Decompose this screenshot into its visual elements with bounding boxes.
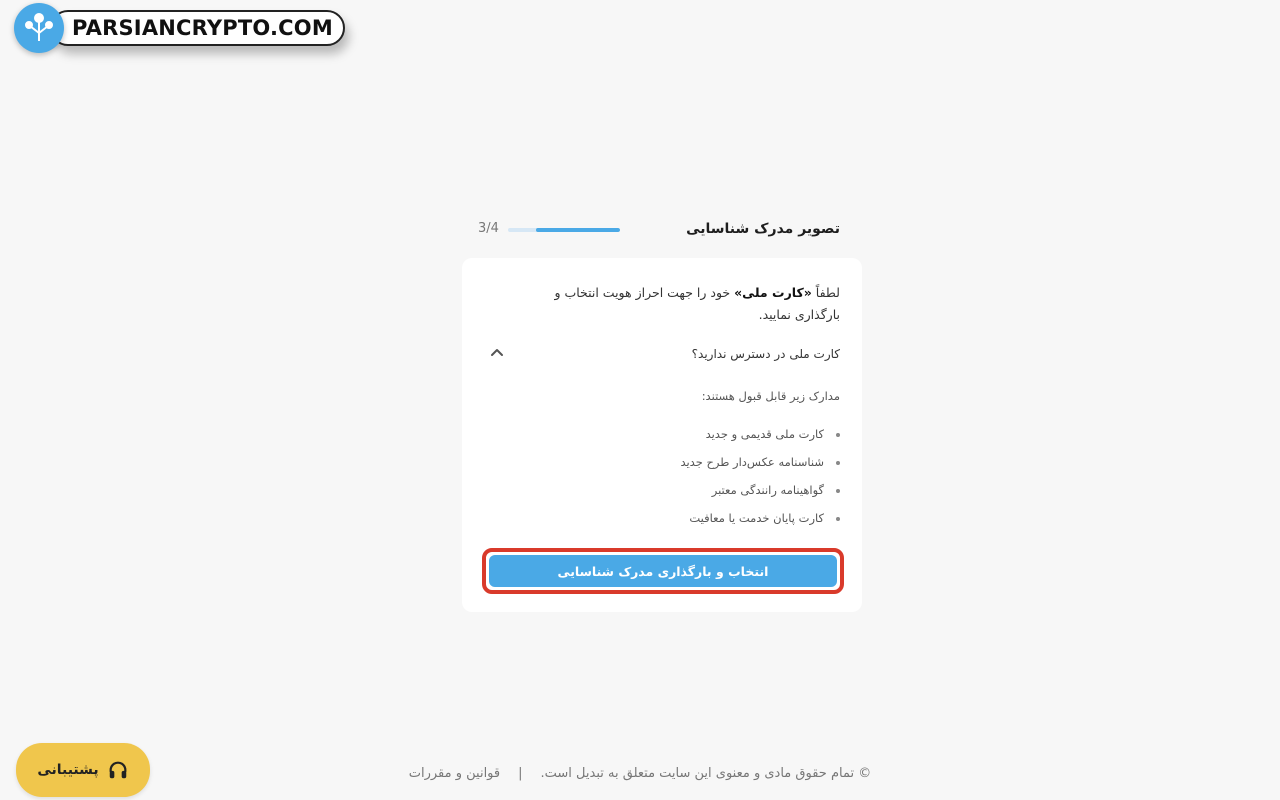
upload-id-button[interactable]: انتخاب و بارگذاری مدرک شناسایی (489, 555, 837, 587)
accepted-docs-heading: مدارک زیر قابل قبول هستند: (701, 389, 840, 403)
list-item: کارت پایان خدمت یا معافیت (680, 504, 840, 532)
bullet-icon (836, 460, 840, 465)
list-item: شناسنامه عکس‌دار طرح جدید (680, 448, 840, 476)
watermark-logo-icon (14, 3, 64, 53)
footer-copyright: © تمام حقوق مادی و معنوی این سایت متعلق … (540, 766, 872, 781)
upload-button-highlight: انتخاب و بارگذاری مدرک شناسایی (482, 548, 844, 594)
bullet-icon (836, 516, 840, 521)
list-item-label: گواهینامه رانندگی معتبر (711, 483, 824, 497)
list-item-label: شناسنامه عکس‌دار طرح جدید (680, 455, 824, 469)
no-id-accordion-toggle[interactable]: کارت ملی در دسترس ندارید؟ (484, 344, 840, 366)
footer: © تمام حقوق مادی و معنوی این سایت متعلق … (0, 766, 1280, 781)
step-progress-fill (536, 228, 620, 232)
list-item: کارت ملی قدیمی و جدید (680, 420, 840, 448)
intro-bold: «کارت ملی» (734, 285, 812, 300)
step-header: تصویر مدرک شناسایی 3/4 (470, 218, 840, 244)
intro-prefix: لطفاً (811, 285, 840, 300)
step-counter: 3/4 (478, 221, 499, 236)
watermark: PARSIANCRYPTO.COM (14, 3, 345, 53)
bullet-icon (836, 432, 840, 437)
list-item: گواهینامه رانندگی معتبر (680, 476, 840, 504)
accepted-docs-list: کارت ملی قدیمی و جدید شناسنامه عکس‌دار ط… (680, 420, 840, 532)
terms-link[interactable]: قوانین و مقررات (409, 766, 500, 781)
footer-separator: | (518, 766, 523, 781)
id-upload-card: لطفاً «کارت ملی» خود را جهت احراز هویت ا… (462, 258, 862, 612)
list-item-label: کارت پایان خدمت یا معافیت (689, 511, 824, 525)
watermark-text: PARSIANCRYPTO.COM (50, 10, 345, 46)
accordion-title: کارت ملی در دسترس ندارید؟ (691, 347, 840, 361)
intro-text: لطفاً «کارت ملی» خود را جهت احراز هویت ا… (510, 282, 840, 326)
list-item-label: کارت ملی قدیمی و جدید (705, 427, 824, 441)
step-progress-bar (508, 228, 620, 232)
bullet-icon (836, 488, 840, 493)
chevron-up-icon (491, 349, 503, 356)
step-title: تصویر مدرک شناسایی (686, 221, 840, 237)
